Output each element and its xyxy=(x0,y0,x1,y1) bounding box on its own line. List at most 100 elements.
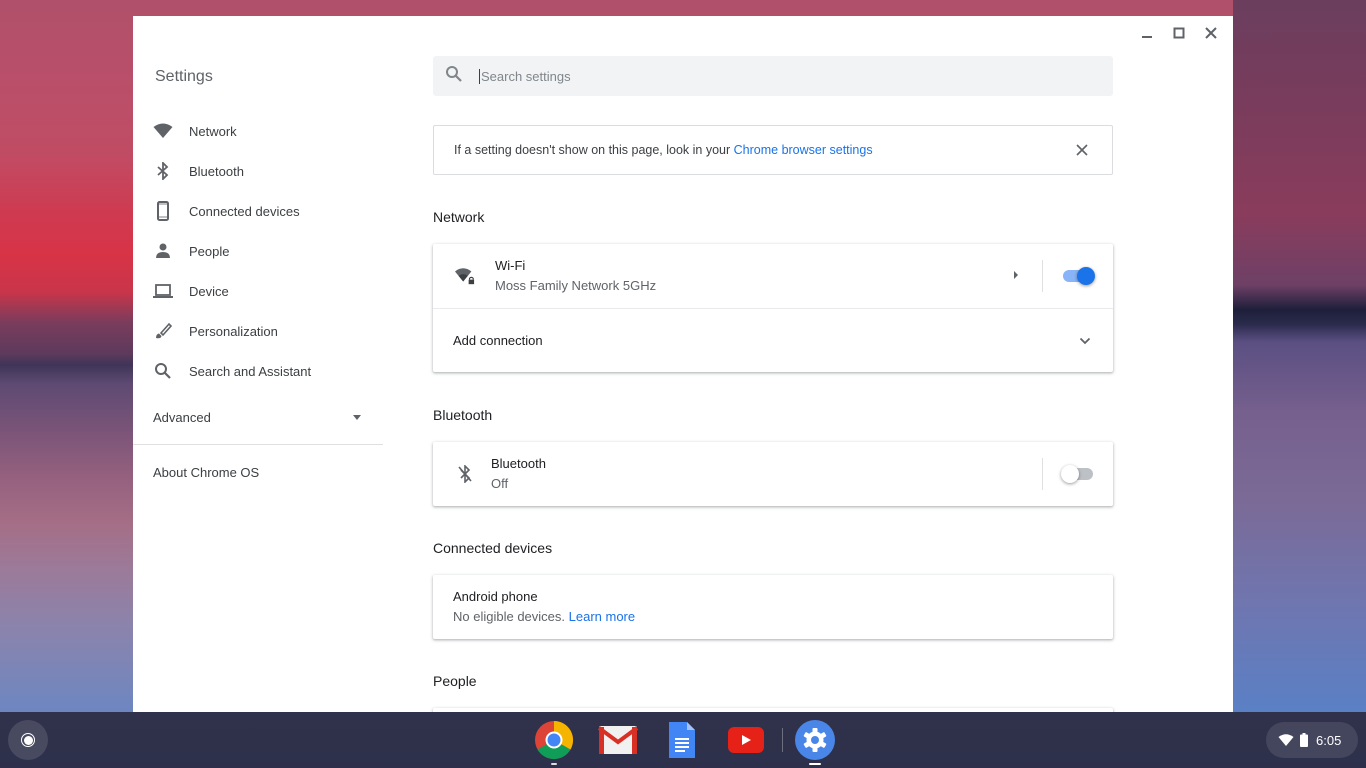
bluetooth-disabled-icon xyxy=(455,464,475,484)
toggle-knob xyxy=(1061,465,1079,483)
phone-icon xyxy=(153,201,173,221)
sidebar-item-bluetooth[interactable]: Bluetooth xyxy=(133,151,383,191)
search-box[interactable] xyxy=(433,56,1113,96)
section-heading-connected-devices: Connected devices xyxy=(433,540,553,556)
shelf: 6:05 xyxy=(0,712,1366,768)
status-tray[interactable]: 6:05 xyxy=(1266,722,1358,758)
add-connection-texts: Add connection xyxy=(433,331,1079,351)
bluetooth-card: Bluetooth Off xyxy=(433,442,1113,506)
bluetooth-row[interactable]: Bluetooth Off xyxy=(433,442,1113,506)
minimize-button[interactable] xyxy=(1131,24,1163,42)
running-indicator xyxy=(551,763,557,765)
bluetooth-toggle[interactable] xyxy=(1061,464,1095,484)
sidebar-item-about-chrome-os[interactable]: About Chrome OS xyxy=(153,465,259,480)
maximize-icon xyxy=(1173,27,1185,39)
sidebar-item-people[interactable]: People xyxy=(133,231,383,271)
android-phone-row: Android phone No eligible devices. Learn… xyxy=(433,575,1113,639)
android-phone-texts: Android phone No eligible devices. Learn… xyxy=(433,587,1113,627)
bluetooth-texts: Bluetooth Off xyxy=(491,454,1020,494)
chevron-down-icon[interactable] xyxy=(1079,332,1091,350)
wifi-secured-icon xyxy=(455,266,475,286)
wifi-texts: Wi-Fi Moss Family Network 5GHz xyxy=(495,256,1012,296)
close-icon xyxy=(1205,27,1217,39)
search-icon xyxy=(445,65,463,88)
add-connection-label: Add connection xyxy=(453,332,543,348)
browser-settings-notice: If a setting doesn't show on this page, … xyxy=(433,125,1113,175)
sidebar-item-personalization[interactable]: Personalization xyxy=(133,311,383,351)
shelf-separator xyxy=(782,728,783,752)
sidebar-item-label: People xyxy=(189,243,230,259)
launcher-button[interactable] xyxy=(8,720,48,760)
brush-icon xyxy=(153,321,173,341)
search-icon xyxy=(153,361,173,381)
bluetooth-icon xyxy=(153,161,173,181)
sidebar-item-label: Bluetooth xyxy=(189,163,244,179)
wifi-icon xyxy=(153,121,173,141)
arrow-right-icon[interactable] xyxy=(1012,267,1020,285)
wifi-title: Wi-Fi xyxy=(495,258,526,273)
android-phone-title: Android phone xyxy=(453,589,538,604)
sidebar-item-label: Connected devices xyxy=(189,203,300,219)
notice-text: If a setting doesn't show on this page, … xyxy=(454,143,1072,157)
sidebar-divider xyxy=(133,444,383,445)
row-separator xyxy=(1042,458,1043,490)
wifi-status-icon xyxy=(1278,733,1294,746)
section-heading-network: Network xyxy=(433,209,485,225)
minimize-icon xyxy=(1142,36,1152,38)
maximize-button[interactable] xyxy=(1163,24,1195,42)
chrome-browser-settings-link[interactable]: Chrome browser settings xyxy=(734,143,873,157)
laptop-icon xyxy=(153,281,173,301)
caret-down-icon xyxy=(353,414,361,420)
active-indicator xyxy=(809,763,821,765)
launcher-icon xyxy=(21,733,35,747)
learn-more-link[interactable]: Learn more xyxy=(569,609,635,624)
wifi-toggle[interactable] xyxy=(1061,266,1095,286)
shelf-app-docs[interactable] xyxy=(660,720,704,760)
shelf-app-chrome[interactable] xyxy=(532,720,576,765)
shelf-apps xyxy=(532,720,857,765)
close-window-button[interactable] xyxy=(1195,24,1227,42)
section-heading-bluetooth: Bluetooth xyxy=(433,407,493,423)
android-phone-message: No eligible devices. xyxy=(453,609,566,624)
android-phone-status: No eligible devices. Learn more xyxy=(453,607,1113,627)
settings-window: Settings Network Bluetooth Connected dev… xyxy=(133,16,1233,712)
bluetooth-title: Bluetooth xyxy=(491,456,546,471)
settings-gear-icon xyxy=(795,720,835,760)
toggle-knob xyxy=(1077,267,1095,285)
wifi-row[interactable]: Wi-Fi Moss Family Network 5GHz xyxy=(433,244,1113,308)
sidebar-item-network[interactable]: Network xyxy=(133,111,383,151)
sidebar-title: Settings xyxy=(155,68,213,85)
shelf-app-settings[interactable] xyxy=(793,720,837,765)
add-connection-row[interactable]: Add connection xyxy=(433,308,1113,372)
wallpaper xyxy=(1233,0,1366,712)
sidebar-item-label: Device xyxy=(189,283,229,299)
row-separator xyxy=(1042,260,1043,292)
person-icon xyxy=(153,241,173,261)
sidebar-item-label: Network xyxy=(189,123,237,139)
bluetooth-status: Off xyxy=(491,476,509,491)
network-card: Wi-Fi Moss Family Network 5GHz Add conne… xyxy=(433,244,1113,372)
clock: 6:05 xyxy=(1316,732,1342,748)
sidebar-item-label: Search and Assistant xyxy=(189,363,312,379)
shelf-app-youtube[interactable] xyxy=(724,720,768,760)
section-heading-people: People xyxy=(433,673,477,689)
wifi-network-name: Moss Family Network 5GHz xyxy=(495,278,657,293)
gmail-icon xyxy=(598,726,638,754)
sidebar-item-connected-devices[interactable]: Connected devices xyxy=(133,191,383,231)
dismiss-notice-button[interactable] xyxy=(1072,140,1092,160)
window-controls xyxy=(1131,24,1227,42)
sidebar-item-label: Personalization xyxy=(189,323,278,339)
sidebar-item-search-and-assistant[interactable]: Search and Assistant xyxy=(133,351,383,391)
battery-icon xyxy=(1300,733,1308,747)
connected-devices-card: Android phone No eligible devices. Learn… xyxy=(433,575,1113,639)
search-input[interactable] xyxy=(479,68,1079,84)
sidebar: Settings Network Bluetooth Connected dev… xyxy=(133,16,383,712)
advanced-label: Advanced xyxy=(153,409,211,425)
close-icon xyxy=(1076,144,1088,156)
sidebar-item-device[interactable]: Device xyxy=(133,271,383,311)
sidebar-advanced-toggle[interactable]: Advanced xyxy=(133,396,383,438)
sidebar-menu: Network Bluetooth Connected devices Peop… xyxy=(133,111,383,391)
notice-message: If a setting doesn't show on this page, … xyxy=(454,143,734,157)
youtube-icon xyxy=(728,727,764,753)
shelf-app-gmail[interactable] xyxy=(596,720,640,760)
